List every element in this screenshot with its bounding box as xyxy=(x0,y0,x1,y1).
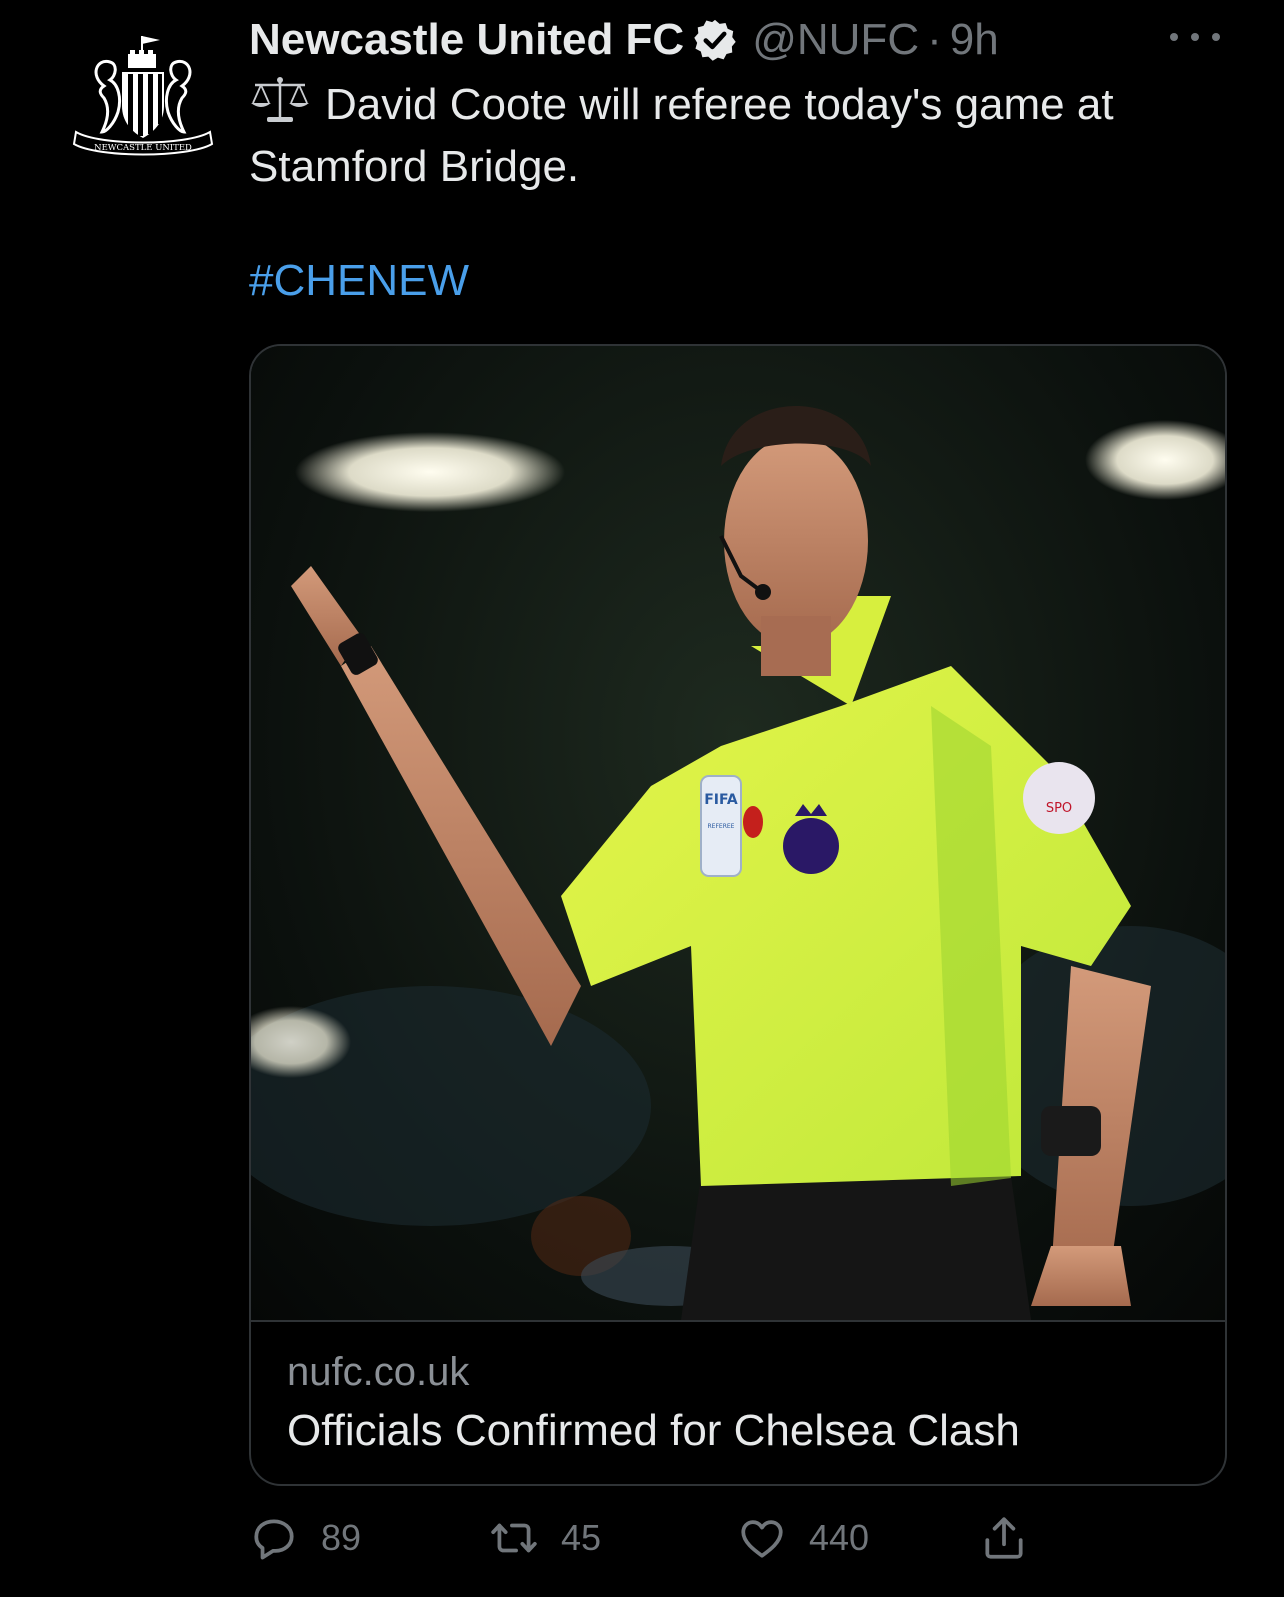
retweet-icon xyxy=(489,1513,539,1563)
reply-button[interactable]: 89 xyxy=(249,1510,361,1566)
card-title[interactable]: Officials Confirmed for Chelsea Clash xyxy=(287,1406,1020,1456)
more-dot xyxy=(1170,33,1178,41)
verified-badge-icon xyxy=(692,17,738,63)
tweet-header: Newcastle United FC @NUFC · 9h xyxy=(249,10,999,70)
heart-icon xyxy=(737,1513,787,1563)
card-divider xyxy=(251,1320,1225,1322)
ellipsis-icon[interactable] xyxy=(1170,20,1220,54)
club-crest-icon: NEWCASTLE UNITED xyxy=(72,36,214,156)
svg-text:FIFA: FIFA xyxy=(704,792,738,808)
share-button[interactable] xyxy=(979,1510,1029,1566)
avatar[interactable]: NEWCASTLE UNITED xyxy=(70,28,216,174)
retweet-count: 45 xyxy=(561,1517,602,1558)
tweet-text-line-1: David Coote will referee today's game at xyxy=(249,74,1239,136)
tweet-actions: 89 45 440 xyxy=(249,1510,1069,1566)
reply-count: 89 xyxy=(321,1517,362,1558)
link-card[interactable]: FIFA REFEREE SPO nufc.co.uk Officials Co… xyxy=(249,344,1227,1486)
more-dot xyxy=(1191,33,1199,41)
tweet[interactable]: NEWCASTLE UNITED Newcastle United FC @NU… xyxy=(0,0,1284,1597)
like-button[interactable]: 440 xyxy=(737,1510,869,1566)
handle[interactable]: @NUFC xyxy=(752,15,919,65)
retweet-button[interactable]: 45 xyxy=(489,1510,601,1566)
svg-text:NEWCASTLE UNITED: NEWCASTLE UNITED xyxy=(94,143,192,153)
display-name[interactable]: Newcastle United FC xyxy=(249,15,684,65)
timestamp[interactable]: 9h xyxy=(950,15,999,65)
svg-text:SPO: SPO xyxy=(1046,801,1072,816)
like-count: 440 xyxy=(809,1517,870,1558)
tweet-text-line-2: Stamford Bridge. xyxy=(249,142,580,191)
hashtag-link[interactable]: #CHENEW xyxy=(249,256,469,306)
share-icon xyxy=(979,1513,1029,1563)
reply-icon xyxy=(249,1513,299,1563)
balance-scale-icon xyxy=(249,75,311,125)
svg-text:REFEREE: REFEREE xyxy=(708,823,735,830)
card-domain: nufc.co.uk xyxy=(287,1350,470,1394)
card-image: FIFA REFEREE SPO xyxy=(251,346,1225,1320)
separator-dot: · xyxy=(927,15,942,64)
referee-photo: FIFA REFEREE SPO xyxy=(251,406,1225,1320)
more-dot xyxy=(1212,33,1220,41)
tweet-text: David Coote will referee today's game at… xyxy=(249,74,1239,198)
tweet-text-line-1-text: David Coote will referee today's game at xyxy=(325,80,1114,129)
